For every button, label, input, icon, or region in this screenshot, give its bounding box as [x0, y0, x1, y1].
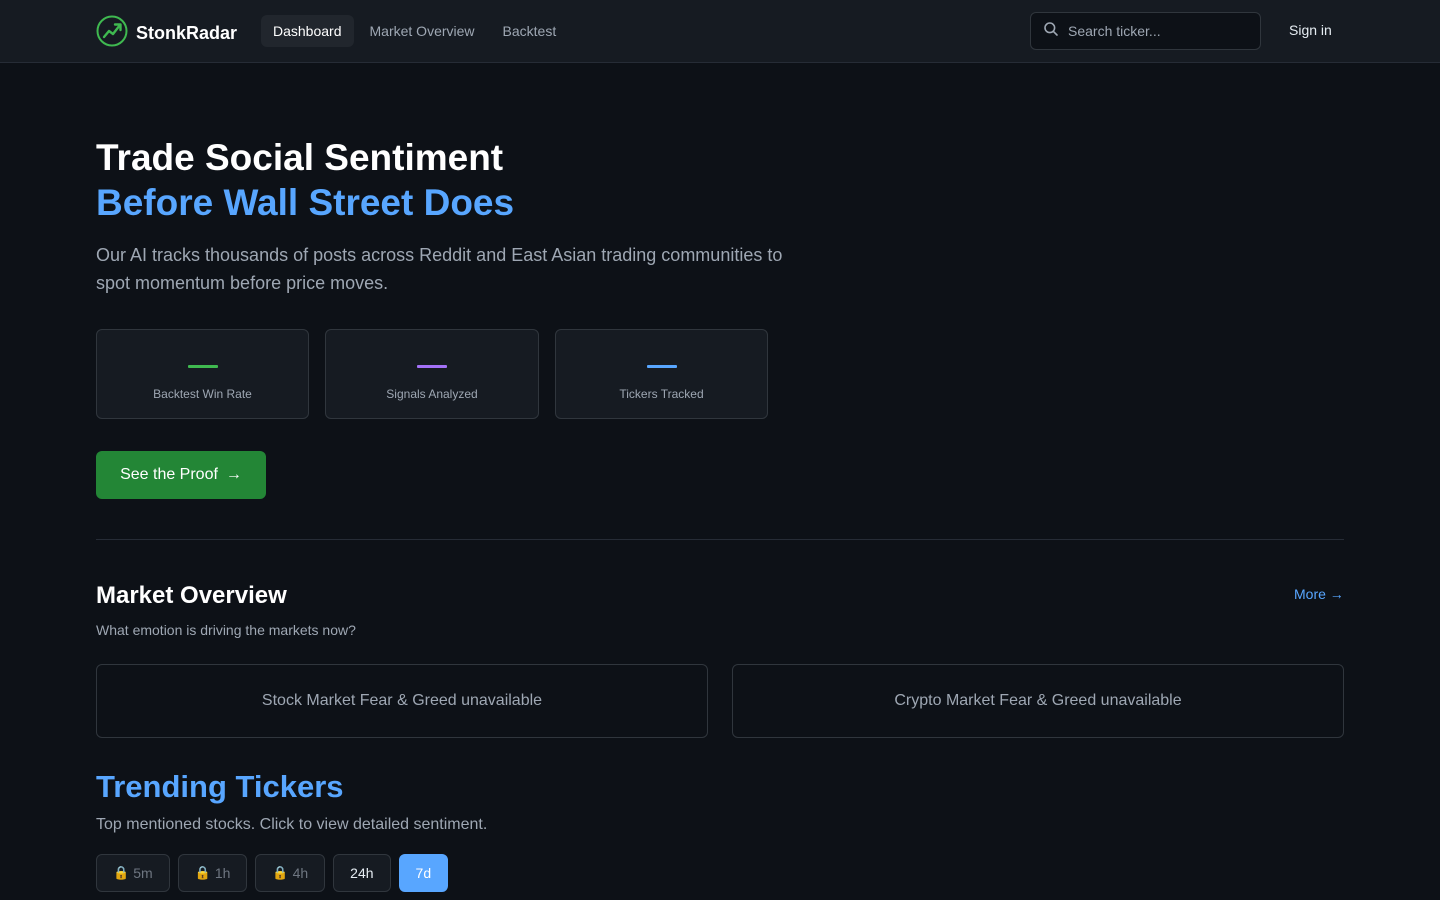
trending-tickers-subtitle: Top mentioned stocks. Click to view deta… [96, 816, 488, 833]
search-input[interactable] [1068, 23, 1248, 39]
sign-in-button[interactable]: Sign in [1289, 22, 1332, 38]
lock-icon: 🔒 [272, 865, 289, 880]
stat-card-win-rate: Backtest Win Rate [96, 329, 309, 419]
market-overview-subtitle: What emotion is driving the markets now? [96, 622, 356, 638]
nav-dashboard[interactable]: Dashboard [261, 15, 354, 47]
nav-market-overview[interactable]: Market Overview [358, 15, 487, 47]
stat-card-signals: Signals Analyzed [325, 329, 539, 419]
timeframe-label: 1h [214, 865, 231, 881]
section-divider [96, 539, 1344, 540]
stock-fear-greed-status: Stock Market Fear & Greed unavailable [261, 692, 543, 709]
timeframe-24h[interactable]: 24h [333, 854, 391, 892]
cta-label: See the Proof [120, 466, 218, 483]
timeframe-5m[interactable]: 🔒 5m [96, 854, 170, 892]
top-navbar: StonkRadar Dashboard Market Overview Bac… [0, 0, 1440, 63]
hero-title-line2: Before Wall Street Does [96, 182, 515, 223]
stat-label: Signals Analyzed [386, 387, 478, 401]
loading-dash-icon [646, 365, 677, 368]
loading-dash-icon [187, 365, 218, 368]
arrow-right-icon: → [225, 466, 242, 483]
stat-label: Tickers Tracked [619, 387, 704, 401]
timeframe-label: 24h [350, 865, 374, 881]
logo[interactable]: StonkRadar [96, 15, 237, 52]
more-link[interactable]: More → [1294, 586, 1344, 602]
timeframe-7d[interactable]: 7d [398, 854, 449, 892]
hero-title-line1: Trade Social Sentiment [96, 137, 504, 178]
lock-icon: 🔒 [194, 865, 211, 880]
search-box[interactable] [1030, 12, 1261, 50]
stats-row: Backtest Win Rate Signals Analyzed Ticke… [96, 329, 784, 419]
hero-description: Our AI tracks thousands of posts across … [96, 245, 783, 293]
stat-card-tickers: Tickers Tracked [555, 329, 768, 419]
trending-tickers-title: Trending Tickers [96, 769, 344, 804]
lock-icon: 🔒 [113, 865, 130, 880]
radar-logo-icon [96, 15, 128, 52]
hero-title: Trade Social Sentiment Before Wall Stree… [96, 136, 514, 225]
crypto-fear-greed-status: Crypto Market Fear & Greed unavailable [894, 692, 1182, 709]
nav-backtest[interactable]: Backtest [491, 15, 569, 47]
see-proof-button[interactable]: See the Proof → [96, 451, 266, 499]
timeframe-4h[interactable]: 🔒 4h [255, 854, 326, 892]
timeframe-label: 5m [133, 865, 153, 881]
timeframe-label: 4h [292, 865, 309, 881]
timeframe-selector: 🔒 5m 🔒 1h 🔒 4h 24h 7d [96, 854, 456, 892]
stat-label: Backtest Win Rate [153, 387, 252, 401]
main-nav: Dashboard Market Overview Backtest [261, 15, 572, 47]
loading-dash-icon [417, 365, 447, 368]
app-name: StonkRadar [136, 23, 238, 43]
search-icon [1043, 21, 1059, 42]
timeframe-1h[interactable]: 🔒 1h [177, 854, 248, 892]
market-overview-title: Market Overview [96, 582, 287, 609]
stock-fear-greed-card: Stock Market Fear & Greed unavailable [96, 664, 708, 738]
crypto-fear-greed-card: Crypto Market Fear & Greed unavailable [732, 664, 1344, 738]
timeframe-label: 7d [415, 865, 432, 881]
